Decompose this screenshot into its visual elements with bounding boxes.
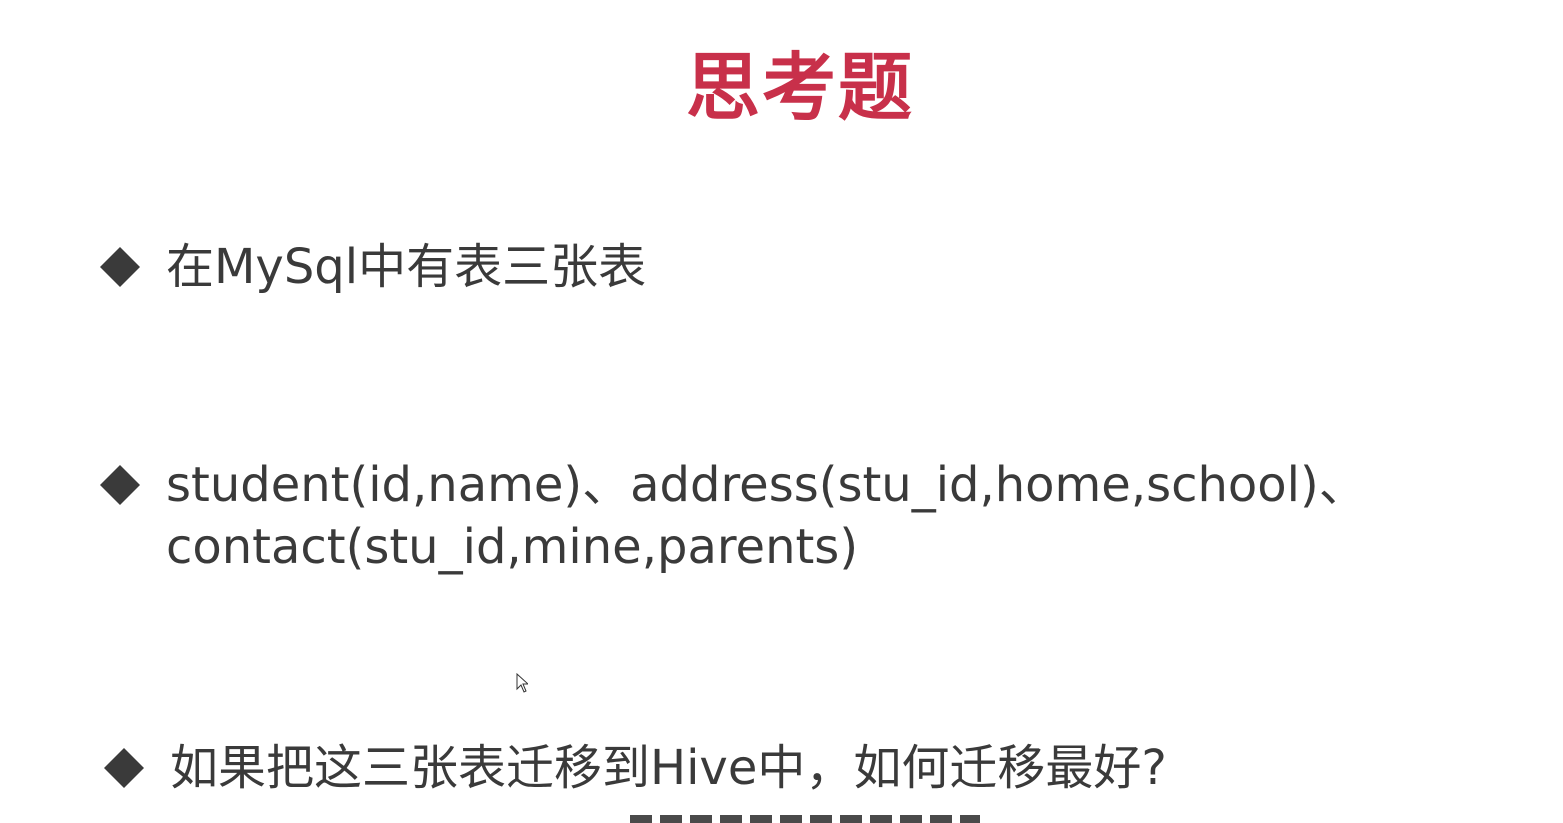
bullet-item-table-schemas: student(id,name)、address(stu_id,home,sch…	[100, 454, 1367, 578]
slide: 思考题 在MySql中有表三张表 student(id,name)、addres…	[0, 0, 1563, 823]
diamond-bullet-icon	[100, 236, 140, 298]
slide-title: 思考题	[686, 45, 914, 131]
bullet-text: 在MySql中有表三张表	[166, 239, 647, 295]
bullet-item-mysql-tables: 在MySql中有表三张表	[100, 236, 646, 298]
diamond-bullet-icon	[100, 454, 140, 516]
cutoff-text-fragment	[630, 815, 980, 823]
mouse-cursor-icon	[516, 673, 528, 693]
diamond-bullet-icon	[104, 737, 144, 799]
bullet-item-hive-question: 如果把这三张表迁移到Hive中，如何迁移最好?	[104, 737, 1167, 799]
bullet-text: student(id,name)、address(stu_id,home,sch…	[166, 457, 1367, 575]
bullet-text: 如果把这三张表迁移到Hive中，如何迁移最好?	[170, 740, 1167, 796]
